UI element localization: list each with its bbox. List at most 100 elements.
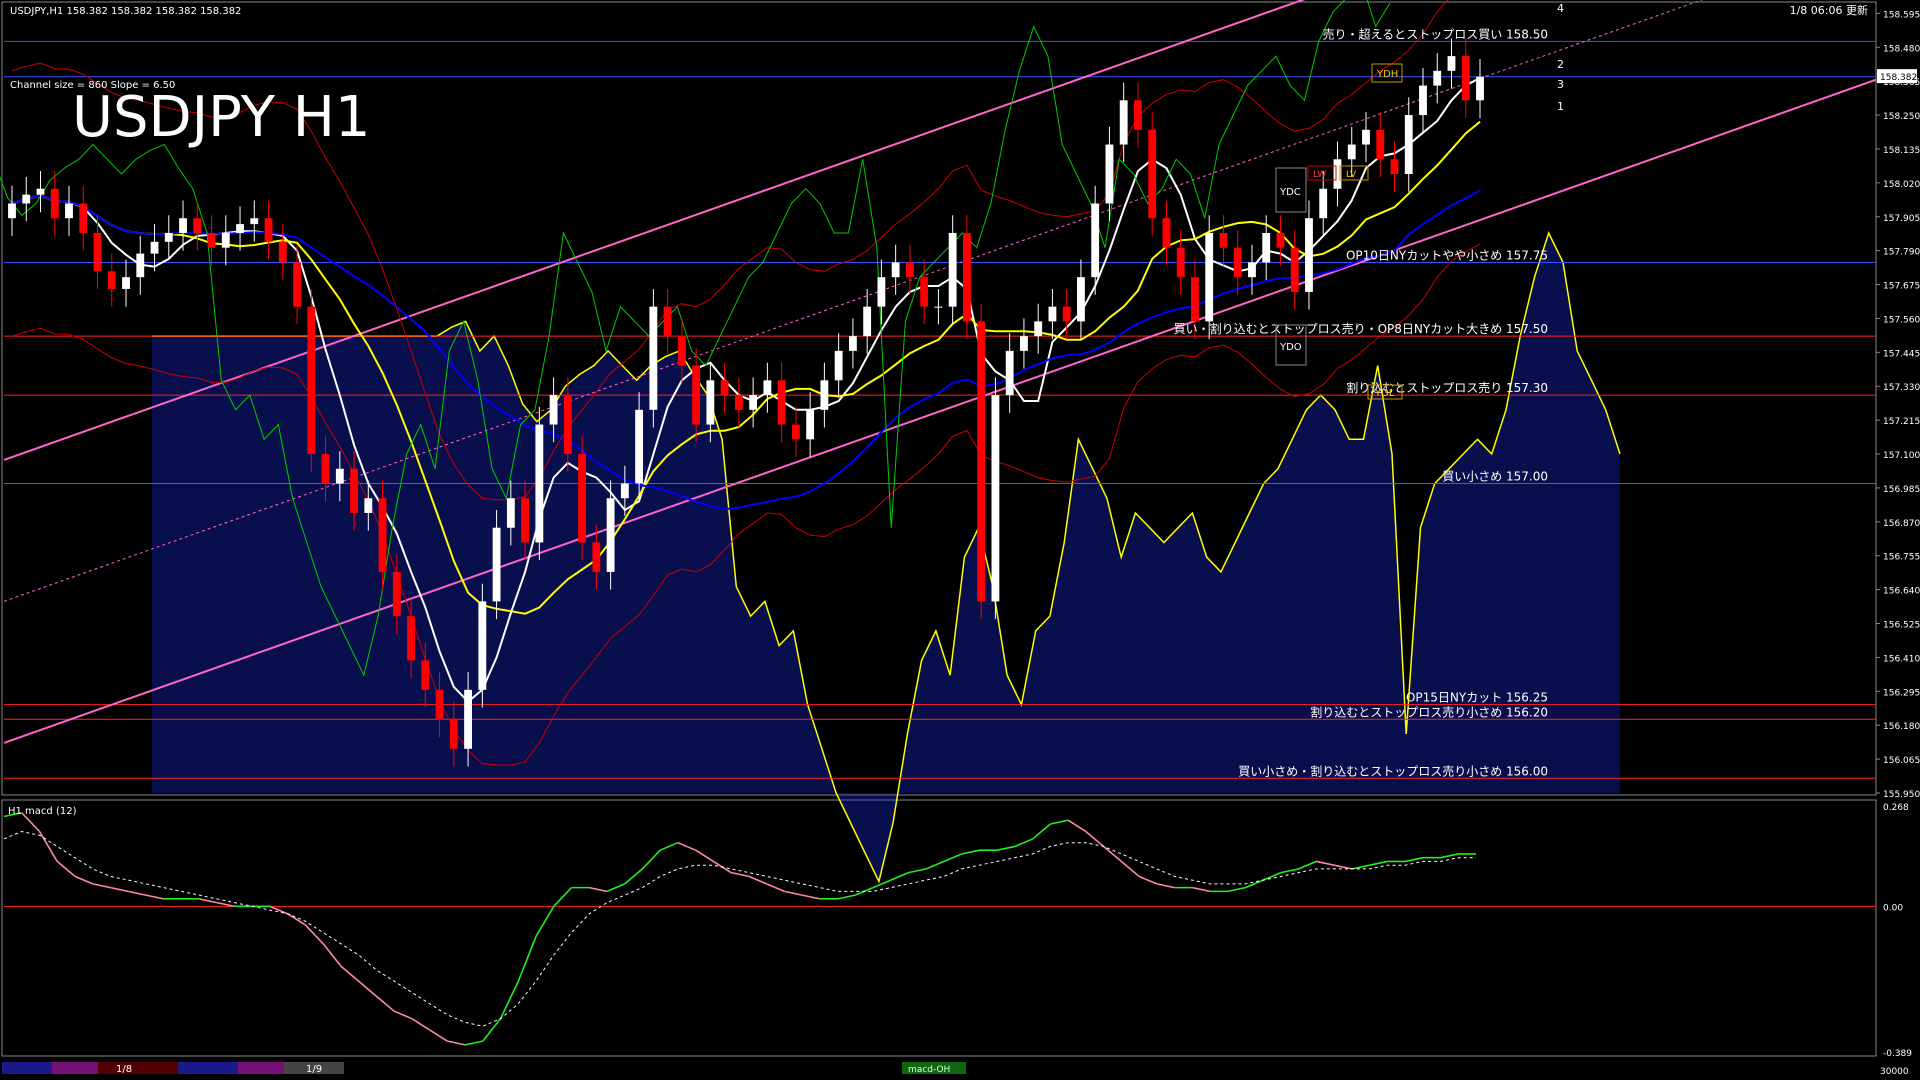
price-tick-label: 158.020 bbox=[1883, 180, 1920, 190]
macd-segment bbox=[56, 860, 76, 878]
candle[interactable] bbox=[1447, 38, 1456, 89]
candle[interactable] bbox=[1461, 38, 1470, 119]
candle[interactable] bbox=[1162, 200, 1171, 266]
candle[interactable] bbox=[578, 436, 587, 561]
level-label: OP15日NYカット 156.25 bbox=[1406, 691, 1548, 705]
candle[interactable] bbox=[977, 303, 986, 620]
price-tick-label: 158.250 bbox=[1883, 112, 1920, 122]
svg-text:YDH: YDH bbox=[1376, 69, 1398, 80]
macd-segment bbox=[1085, 830, 1105, 848]
macd-segment bbox=[304, 924, 324, 945]
channel-number-2: 2 bbox=[1557, 58, 1564, 71]
macd-segment bbox=[1440, 853, 1459, 859]
candle[interactable] bbox=[50, 171, 59, 236]
candle[interactable] bbox=[1419, 67, 1427, 133]
candle[interactable] bbox=[535, 406, 544, 561]
candle[interactable] bbox=[763, 362, 772, 413]
candle[interactable] bbox=[1205, 215, 1214, 340]
macd-segment bbox=[677, 841, 696, 851]
candle[interactable] bbox=[107, 253, 116, 307]
candle[interactable] bbox=[791, 406, 800, 457]
candle[interactable] bbox=[164, 215, 173, 260]
price-tick-label: 157.330 bbox=[1883, 383, 1920, 393]
candle[interactable] bbox=[1105, 126, 1114, 222]
candle[interactable] bbox=[1034, 303, 1043, 354]
candle[interactable] bbox=[934, 288, 943, 325]
candle[interactable] bbox=[65, 185, 73, 236]
macd-segment bbox=[1245, 879, 1264, 889]
candle[interactable] bbox=[264, 200, 273, 260]
candle[interactable] bbox=[1319, 171, 1328, 236]
macd-panel-frame bbox=[1, 799, 1877, 1057]
lw-box: LW bbox=[1307, 165, 1337, 181]
candle[interactable] bbox=[820, 362, 829, 428]
candle[interactable] bbox=[905, 244, 914, 295]
channel-number-1: 1 bbox=[1557, 100, 1564, 113]
candle[interactable] bbox=[1390, 141, 1399, 192]
svg-text:LV: LV bbox=[1346, 170, 1357, 180]
macd-segment bbox=[996, 845, 1016, 851]
price-tick-label: 157.905 bbox=[1883, 214, 1920, 224]
chart-canvas: 売り・超えるとストップロス買い 158.50 OP10日NYカットやや小さめ 15… bbox=[0, 0, 1920, 1077]
macd-segment bbox=[464, 1040, 484, 1046]
candle[interactable] bbox=[1219, 215, 1228, 266]
macd-segment bbox=[269, 905, 289, 915]
candle[interactable] bbox=[1005, 333, 1014, 413]
candle[interactable] bbox=[36, 171, 45, 213]
candle[interactable] bbox=[1433, 53, 1442, 104]
candle[interactable] bbox=[193, 200, 202, 251]
candle[interactable] bbox=[136, 235, 145, 295]
candle[interactable] bbox=[1290, 230, 1299, 310]
candle[interactable] bbox=[649, 288, 658, 428]
candle[interactable] bbox=[991, 377, 1000, 620]
macd-segment bbox=[1298, 860, 1317, 870]
macd-segment bbox=[216, 901, 235, 908]
candle[interactable] bbox=[834, 333, 843, 399]
macd-segment bbox=[198, 898, 217, 904]
candle[interactable] bbox=[877, 259, 886, 325]
candle[interactable] bbox=[948, 215, 957, 325]
candle[interactable] bbox=[806, 392, 815, 457]
candle[interactable] bbox=[848, 318, 857, 369]
macd-segment bbox=[872, 879, 892, 889]
candle[interactable] bbox=[1077, 259, 1085, 340]
candle[interactable] bbox=[221, 215, 230, 266]
candle[interactable] bbox=[1248, 244, 1256, 295]
candle[interactable] bbox=[307, 288, 316, 472]
macd-segment bbox=[499, 980, 520, 1020]
candle[interactable] bbox=[1134, 82, 1142, 148]
candle[interactable] bbox=[749, 377, 758, 428]
candle[interactable] bbox=[122, 259, 130, 307]
candle[interactable] bbox=[22, 176, 31, 222]
candle[interactable] bbox=[236, 206, 244, 251]
candle[interactable] bbox=[1233, 230, 1242, 295]
candle[interactable] bbox=[478, 583, 487, 708]
level-label: OP10日NYカットやや小さめ 157.75 bbox=[1346, 248, 1548, 262]
level-label: 買い・割り込むとストップロス売り・OP8日NYカット大きめ 157.50 bbox=[1174, 321, 1548, 336]
candle[interactable] bbox=[1119, 82, 1128, 163]
candle[interactable] bbox=[1276, 215, 1285, 266]
candle[interactable] bbox=[1020, 318, 1028, 369]
candle[interactable] bbox=[1305, 200, 1313, 310]
candle[interactable] bbox=[250, 200, 259, 242]
candle[interactable] bbox=[863, 288, 872, 354]
candle[interactable] bbox=[79, 185, 88, 251]
candle[interactable] bbox=[663, 288, 672, 354]
candle[interactable] bbox=[278, 224, 287, 281]
candle[interactable] bbox=[8, 185, 16, 236]
macd-tick-label: 0.00 bbox=[1883, 903, 1903, 913]
candle[interactable] bbox=[1148, 112, 1157, 236]
candle[interactable] bbox=[1476, 59, 1484, 119]
candle[interactable] bbox=[207, 215, 216, 266]
macd-segment bbox=[1351, 864, 1370, 870]
candle[interactable] bbox=[891, 244, 900, 295]
candle[interactable] bbox=[1404, 97, 1413, 192]
candle[interactable] bbox=[777, 362, 786, 443]
candle[interactable] bbox=[720, 362, 729, 413]
candle[interactable] bbox=[962, 215, 971, 340]
macd-segment bbox=[1138, 875, 1158, 885]
candle[interactable] bbox=[1376, 112, 1385, 177]
candle[interactable] bbox=[734, 377, 743, 428]
macd-segment bbox=[340, 965, 360, 982]
candle[interactable] bbox=[1048, 288, 1057, 340]
